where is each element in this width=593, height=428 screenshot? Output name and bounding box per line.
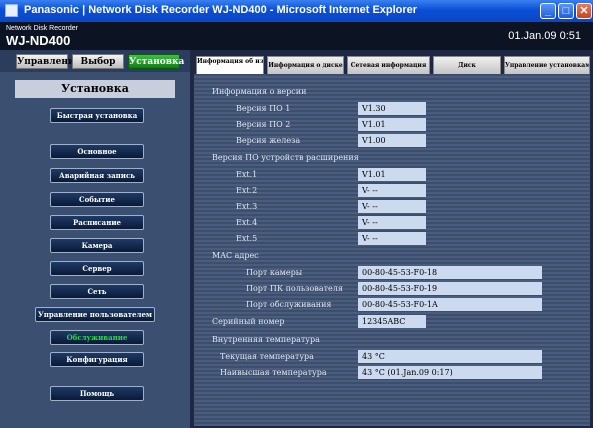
ext1-value: V1.01: [358, 168, 426, 181]
current-temp-label: Текущая температура: [220, 352, 314, 361]
sidebar-quick-setup-button[interactable]: Быстрая установка: [50, 108, 144, 123]
pc-port-label: Порт ПК пользователя: [246, 284, 343, 293]
minimize-icon[interactable]: _: [540, 3, 556, 19]
service-port-label: Порт обслуживания: [246, 300, 332, 309]
sidebar-network-button[interactable]: Сеть: [50, 284, 144, 299]
section-ext-header: Версия ПО устройств расширения: [212, 153, 359, 162]
section-temp-header: Внутренняя температура: [212, 335, 320, 344]
sidebar-user-management-button[interactable]: Управление пользователем: [35, 307, 155, 322]
sw2-value: V1.01: [358, 118, 426, 131]
nav-operation-button[interactable]: Управление: [16, 54, 80, 69]
section-mac-header: MAC адрес: [212, 251, 259, 260]
brand-subtitle: Network Disk Recorder: [6, 25, 78, 32]
serial-value: 12345ABC: [358, 315, 426, 328]
ie-app-icon: [5, 4, 18, 17]
sidebar-server-button[interactable]: Сервер: [50, 261, 144, 276]
pc-port-value: 00-80-45-53-F0-19: [358, 282, 542, 295]
maximize-icon[interactable]: □: [558, 3, 574, 19]
tab-disk-info[interactable]: Информация о диске: [267, 56, 344, 74]
nav-setup-button[interactable]: Установка: [128, 54, 184, 69]
top-nav: Управление Выбор кам Установка: [0, 50, 190, 81]
tab-product-info[interactable]: Информация об изделии: [196, 56, 264, 74]
nav-camera-select-button[interactable]: Выбор кам: [72, 54, 124, 81]
section-version-header: Информация о версии: [212, 87, 307, 96]
tab-settings-management[interactable]: Управление установками: [504, 56, 590, 74]
serial-label: Серийный номер: [212, 317, 285, 326]
service-port-value: 00-80-45-53-F0-1A: [358, 298, 542, 311]
tab-disk[interactable]: Диск: [433, 56, 501, 74]
camera-port-label: Порт камеры: [246, 268, 303, 277]
sidebar-camera-button[interactable]: Камера: [50, 238, 144, 253]
model-name: WJ-ND400: [6, 33, 71, 48]
camera-port-value: 00-80-45-53-F0-18: [358, 266, 542, 279]
ext2-label: Ext.2: [236, 186, 258, 195]
sidebar-event-button[interactable]: Событие: [50, 192, 144, 207]
max-temp-label: Наивысшая температура: [220, 368, 327, 377]
ext5-label: Ext.5: [236, 234, 258, 243]
ext5-value: V- --: [358, 232, 426, 245]
current-temp-value: 43 °C: [358, 350, 542, 363]
sidebar-emergency-rec-button[interactable]: Аварийная запись: [50, 168, 144, 183]
close-icon[interactable]: ✕: [576, 3, 592, 19]
sidebar: Установка Быстрая установка Основное Ава…: [0, 72, 190, 428]
sidebar-schedule-button[interactable]: Расписание: [50, 215, 144, 230]
ext3-value: V- --: [358, 200, 426, 213]
app-header: Network Disk Recorder WJ-ND400 01.Jan.09…: [0, 22, 593, 50]
sidebar-help-button[interactable]: Помощь: [50, 386, 144, 401]
hw-value: V1.00: [358, 134, 426, 147]
hw-label: Версия железа: [236, 136, 301, 145]
sw2-label: Версия ПО 2: [236, 120, 291, 129]
ext2-value: V- --: [358, 184, 426, 197]
sidebar-configuration-button[interactable]: Конфигурация: [50, 352, 144, 367]
product-info-panel: Информация о версии Версия ПО 1 V1.30 Вер…: [194, 74, 590, 426]
datetime-display: 01.Jan.09 0:51: [508, 30, 581, 42]
ext1-label: Ext.1: [236, 170, 258, 179]
max-temp-value: 43 °C (01.Jan.09 0:17): [358, 366, 542, 379]
ext4-label: Ext.4: [236, 218, 258, 227]
main-content: Информация об изделии Информация о диске…: [190, 50, 593, 428]
sidebar-title: Установка: [15, 80, 175, 98]
sw1-value: V1.30: [358, 102, 426, 115]
tab-network-info[interactable]: Сетевая информация: [347, 56, 430, 74]
ext3-label: Ext.3: [236, 202, 258, 211]
ext4-value: V- --: [358, 216, 426, 229]
window-title: Panasonic | Network Disk Recorder WJ-ND4…: [24, 4, 418, 16]
sidebar-basic-button[interactable]: Основное: [50, 144, 144, 159]
window-titlebar: Panasonic | Network Disk Recorder WJ-ND4…: [0, 0, 593, 22]
sidebar-maintenance-button[interactable]: Обслуживание: [50, 330, 144, 345]
sw1-label: Версия ПО 1: [236, 104, 291, 113]
